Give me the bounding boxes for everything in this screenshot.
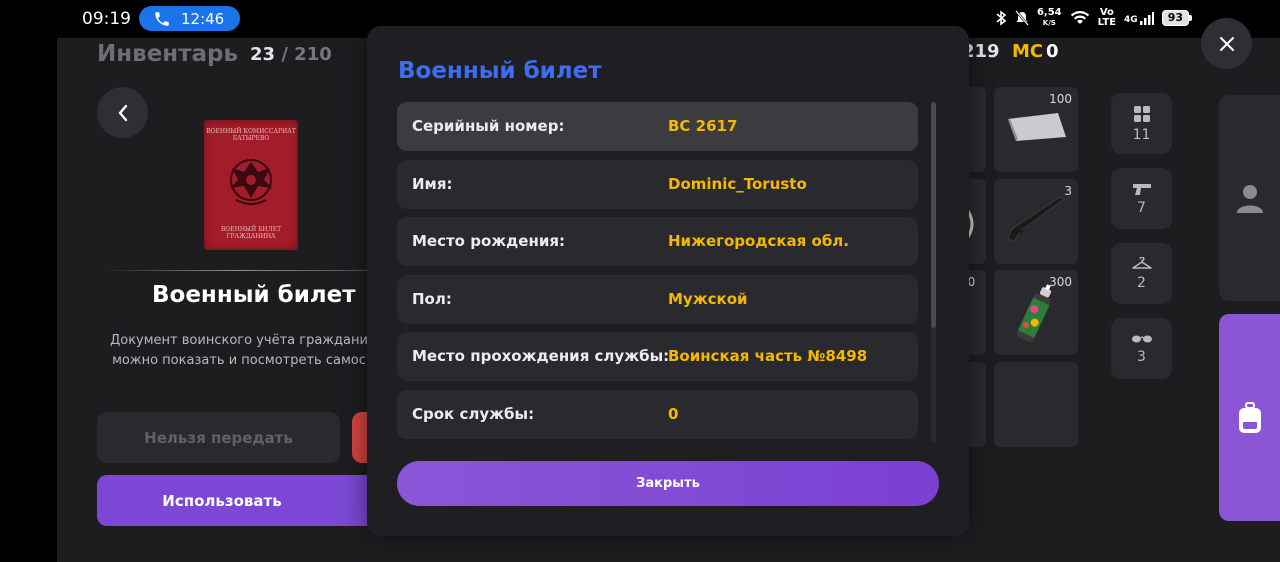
divider (103, 270, 368, 271)
spray-can-icon (1016, 284, 1052, 342)
item-name: Военный билет (152, 282, 356, 308)
category-accessories-button[interactable]: 3 (1111, 318, 1172, 379)
row-label: Пол: (412, 290, 452, 308)
inventory-count: 23 / 210 (250, 44, 332, 65)
military-id-image: ВОЕННЫЙ КОМИССАРИАТ БАТЫРЕВО ВОЕННЫЙ БИЛ… (204, 120, 298, 250)
category-count: 2 (1137, 274, 1146, 291)
row-value: BC 2617 (668, 117, 738, 135)
pistol-icon (1132, 183, 1151, 195)
inventory-slot[interactable]: 100 (994, 87, 1078, 172)
bluetooth-icon (996, 10, 1007, 26)
category-weapons-button[interactable]: 7 (1111, 168, 1172, 229)
info-row-birthplace[interactable]: Место рождения: Нижегородская обл. (397, 217, 918, 266)
info-row-service-place[interactable]: Место прохождения службы: Воинская часть… (397, 332, 918, 381)
document-dialog: Военный билет Серийный номер: BC 2617 Им… (367, 26, 969, 536)
back-button[interactable] (97, 87, 148, 138)
backpack-icon (1238, 401, 1261, 433)
row-label: Имя: (412, 175, 453, 193)
row-value: Нижегородская обл. (668, 232, 849, 250)
inventory-slot[interactable]: 3 (994, 179, 1078, 264)
category-count: 7 (1137, 199, 1146, 216)
close-inventory-button[interactable] (1201, 18, 1252, 69)
info-row-sex[interactable]: Пол: Мужской (397, 275, 918, 324)
category-count: 11 (1132, 126, 1151, 143)
passport-top-text: ВОЕННЫЙ КОМИССАРИАТ БАТЫРЕВО (206, 128, 296, 142)
info-row-name[interactable]: Имя: Dominic_Torusto (397, 160, 918, 209)
cannot-transfer-button[interactable]: Нельзя передать (97, 412, 340, 463)
eagle-emblem-icon (230, 159, 272, 205)
status-time: 09:19 (82, 9, 131, 29)
row-label: Срок службы: (412, 405, 535, 423)
signal-indicator: 4G (1124, 11, 1154, 25)
wifi-icon (1070, 11, 1089, 24)
scrollbar[interactable] (931, 102, 936, 442)
battery-indicator: 93 (1161, 10, 1192, 26)
hanger-icon (1131, 256, 1152, 269)
row-value: Воинская часть №8498 (668, 347, 868, 365)
category-count: 3 (1137, 348, 1146, 365)
mute-bell-icon (1015, 10, 1029, 26)
mc-value: 0 (1046, 41, 1059, 62)
info-row-serial[interactable]: Серийный номер: BC 2617 (397, 102, 918, 151)
row-value: Dominic_Torusto (668, 175, 807, 193)
passport-bottom-text: ВОЕННЫЙ БИЛЕТ ГРАЖДАНИНА (220, 226, 282, 240)
inventory-title: Инвентарь (97, 41, 239, 67)
info-row-service-term[interactable]: Срок службы: 0 (397, 390, 918, 439)
row-label: Место рождения: (412, 232, 565, 250)
close-icon (1219, 36, 1234, 51)
row-value: 0 (668, 405, 679, 423)
item-description: Документ воинского учёта граждани можно … (110, 333, 368, 368)
tab-backpack[interactable] (1219, 314, 1280, 521)
phone-icon (155, 11, 169, 26)
category-clothes-button[interactable]: 2 (1111, 243, 1172, 304)
inventory-slot[interactable] (994, 362, 1078, 447)
person-icon (1236, 185, 1263, 213)
call-duration: 12:46 (181, 9, 225, 28)
row-label: Место прохождения службы: (412, 347, 670, 365)
status-icons: 6,54 K/S Vo LTE 4G 93 (995, 8, 1192, 28)
row-value: Мужской (668, 290, 748, 308)
shotgun-icon (1007, 196, 1065, 242)
grid-icon (1133, 105, 1150, 122)
tab-character[interactable] (1219, 95, 1280, 301)
metal-sheet-icon (1008, 113, 1066, 141)
scrollbar-thumb[interactable] (931, 102, 936, 328)
net-speed: 6,54 K/S (1036, 7, 1062, 28)
use-button[interactable]: Использовать (97, 475, 377, 526)
close-dialog-button[interactable]: Закрыть (397, 461, 939, 506)
mc-label: MC (1012, 41, 1044, 62)
signal-bars-icon (1139, 12, 1154, 25)
ongoing-call-pill[interactable]: 12:46 (139, 6, 240, 31)
chevron-left-icon (118, 104, 127, 121)
glasses-icon (1131, 335, 1152, 342)
volte-indicator: Vo LTE (1097, 7, 1117, 28)
category-all-button[interactable]: 11 (1111, 93, 1172, 154)
dialog-title: Военный билет (398, 58, 602, 84)
slot-quantity: 100 (1049, 92, 1072, 106)
row-label: Серийный номер: (412, 117, 565, 135)
inventory-slot[interactable]: 300 (994, 270, 1078, 355)
